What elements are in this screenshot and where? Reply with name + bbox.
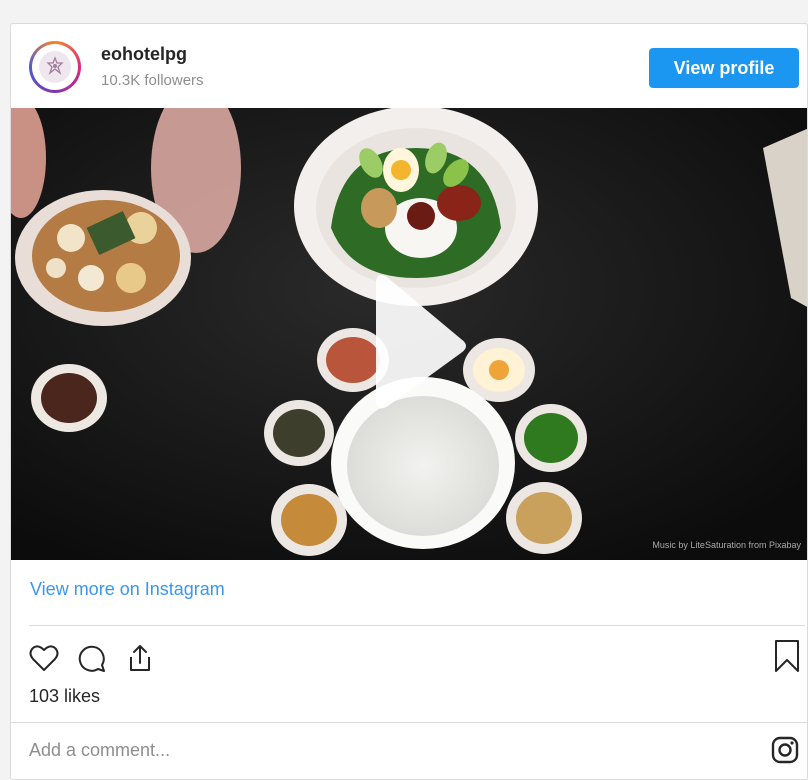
music-credit: Music by LiteSaturation from Pixabay — [652, 540, 801, 550]
divider — [11, 722, 807, 723]
post-header: eohotelpg 10.3K followers View profile — [11, 24, 807, 108]
avatar[interactable] — [29, 41, 81, 93]
instagram-icon[interactable] — [771, 736, 799, 769]
hotel-logo-icon — [39, 51, 71, 83]
action-bar — [29, 641, 155, 675]
follower-count: 10.3K followers — [101, 72, 204, 89]
comment-icon[interactable] — [77, 643, 107, 673]
view-more-link[interactable]: View more on Instagram — [30, 579, 225, 600]
instagram-embed-card: eohotelpg 10.3K followers View profile M… — [10, 23, 808, 780]
divider — [29, 625, 805, 626]
share-icon[interactable] — [125, 643, 155, 673]
bookmark-icon[interactable] — [772, 640, 802, 672]
heart-icon[interactable] — [29, 643, 59, 673]
food-video-frame: Music by LiteSaturation from Pixabay — [11, 108, 807, 560]
video-player[interactable]: Music by LiteSaturation from Pixabay — [11, 108, 807, 560]
username[interactable]: eohotelpg — [101, 44, 187, 65]
like-count: 103 likes — [29, 686, 101, 706]
comment-input[interactable] — [29, 740, 729, 761]
view-profile-button[interactable]: View profile — [649, 48, 799, 88]
